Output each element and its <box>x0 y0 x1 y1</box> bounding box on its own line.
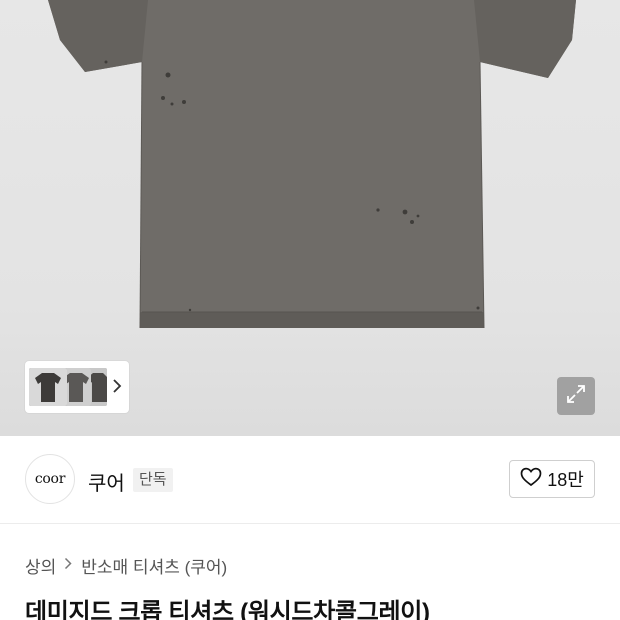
expand-arrows-icon <box>565 383 587 410</box>
like-count: 18만 <box>547 470 584 490</box>
breadcrumb-item-subcategory[interactable]: 반소매 티셔츠 (쿠어) <box>81 553 227 578</box>
like-button[interactable]: 18만 <box>509 460 595 498</box>
breadcrumb: 상의 반소매 티셔츠 (쿠어) <box>25 553 227 578</box>
product-title: 데미지드 크롭 티셔츠 (워시드차콜그레이) <box>25 599 430 620</box>
brand-logo[interactable]: coor <box>25 454 75 504</box>
breadcrumb-item-category[interactable]: 상의 <box>25 553 56 578</box>
thumbnail-strip[interactable] <box>25 361 129 413</box>
thumbnail-list <box>29 365 107 409</box>
chevron-right-icon <box>64 557 72 574</box>
brand-logo-text: coor <box>34 471 66 487</box>
expand-image-button[interactable] <box>557 377 595 415</box>
brand-name[interactable]: 쿠어 <box>88 467 125 496</box>
brand-row: coor 쿠어 단독 18만 <box>0 436 620 524</box>
product-image-gallery[interactable] <box>0 0 620 436</box>
heart-outline-icon <box>520 467 542 492</box>
thumbnail-1[interactable] <box>29 368 67 406</box>
exclusive-badge: 단독 <box>133 468 173 492</box>
chevron-right-icon[interactable] <box>111 378 123 397</box>
